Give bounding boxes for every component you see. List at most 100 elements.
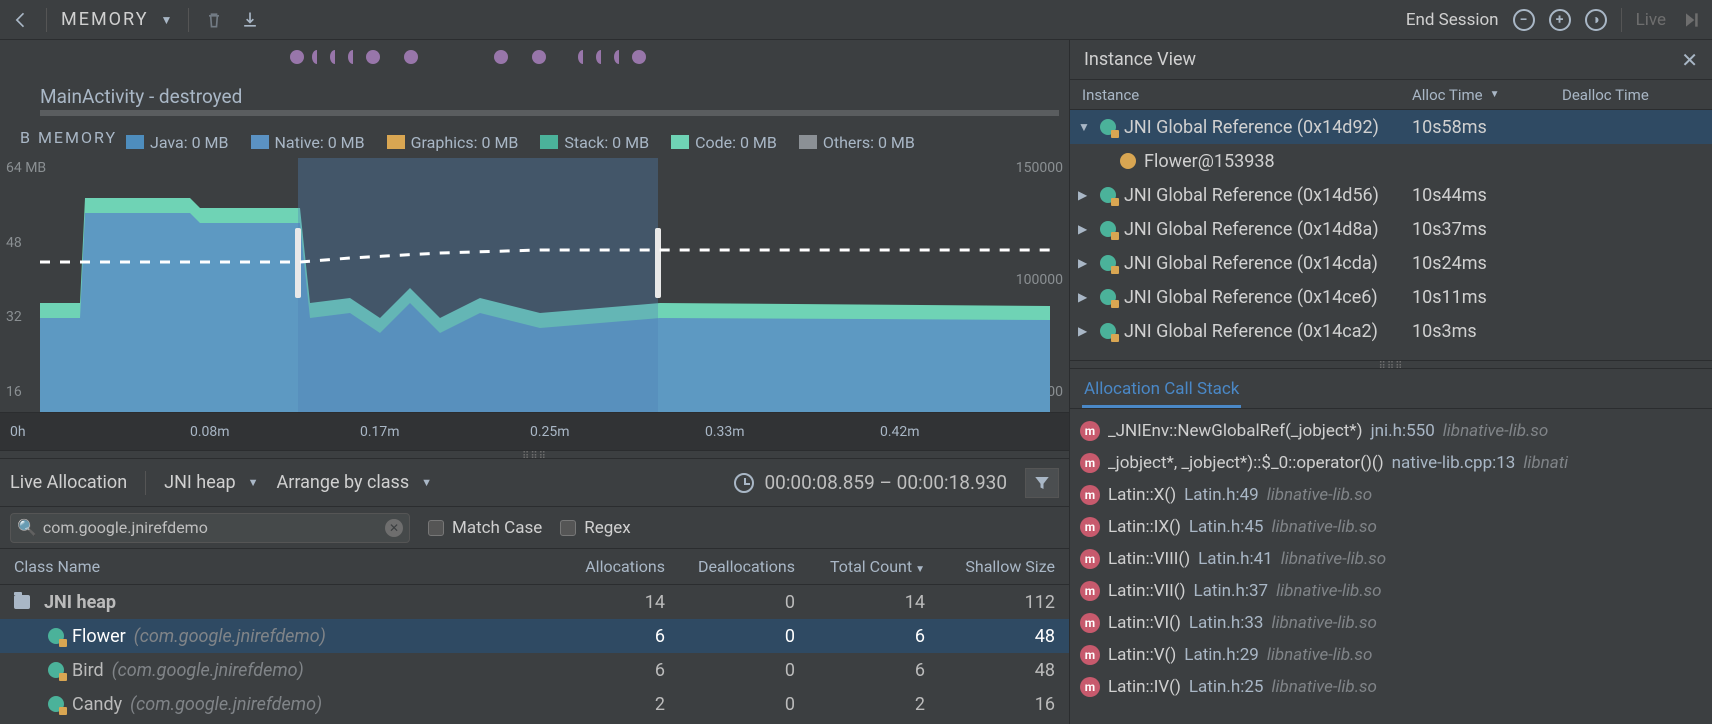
method-badge-icon: m — [1080, 485, 1100, 505]
profiler-tab-label: MEMORY — [61, 9, 149, 30]
header-shallow-size[interactable]: Shallow Size — [939, 557, 1069, 576]
disclosure-closed-icon[interactable]: ▶ — [1078, 324, 1094, 338]
disclosure-closed-icon[interactable]: ▶ — [1078, 222, 1094, 236]
stack-frame[interactable]: m _JNIEnv::NewGlobalRef(_jobject*) jni.h… — [1080, 415, 1702, 447]
back-icon[interactable] — [10, 9, 32, 31]
table-row[interactable]: Bird (com.google.jnirefdemo) 60648 — [0, 653, 1069, 687]
zoom-reset-icon[interactable]: ◑ — [1585, 9, 1607, 31]
disclosure-closed-icon[interactable]: ▶ — [1078, 290, 1094, 304]
trash-icon[interactable] — [203, 9, 225, 31]
toolbar-separator — [46, 8, 47, 32]
class-table-header: Class Name Allocations Deallocations Tot… — [0, 549, 1069, 585]
filter-button[interactable] — [1025, 468, 1059, 498]
export-icon[interactable] — [239, 9, 261, 31]
toolbar-separator — [188, 8, 189, 32]
time-range-display: 00:00:08.859 – 00:00:18.930 — [734, 471, 1007, 494]
disclosure-open-icon[interactable]: ▼ — [1078, 120, 1094, 134]
instance-row[interactable]: ▶ JNI Global Reference (0x14d8a)10s37ms — [1070, 212, 1712, 246]
stack-frame[interactable]: m Latin::VII() Latin.h:37 libnative-lib.… — [1080, 575, 1702, 607]
object-icon — [1100, 187, 1116, 203]
close-icon[interactable]: ✕ — [1681, 48, 1698, 72]
horizontal-grip[interactable]: ⠿⠿⠿ — [1070, 360, 1712, 369]
instance-row[interactable]: ▶ JNI Global Reference (0x14d56)10s44ms — [1070, 178, 1712, 212]
instance-view-title: Instance View — [1084, 49, 1196, 70]
folder-icon — [14, 595, 30, 609]
object-icon — [1100, 119, 1116, 135]
search-input-wrapper: 🔍 ✕ — [10, 513, 410, 543]
method-badge-icon: m — [1080, 421, 1100, 441]
stack-frame[interactable]: m Latin::VI() Latin.h:33 libnative-lib.s… — [1080, 607, 1702, 639]
header-instance[interactable]: Instance — [1070, 86, 1412, 104]
table-row-root[interactable]: JNI heap 14 0 14 112 — [0, 585, 1069, 619]
stack-frame[interactable]: m Latin::IV() Latin.h:25 libnative-lib.s… — [1080, 671, 1702, 703]
memory-chart[interactable]: MainActivity - destroyed B MEMORY Java: … — [0, 40, 1069, 450]
instance-row[interactable]: ▶ JNI Global Reference (0x14cda)10s24ms — [1070, 246, 1712, 280]
header-class-name[interactable]: Class Name — [0, 557, 549, 576]
method-badge-icon: m — [1080, 453, 1100, 473]
main-toolbar: MEMORY ▼ End Session − + ◑ Live — [0, 0, 1712, 40]
toolbar-separator — [1621, 8, 1622, 32]
instance-view-columns: Instance Alloc Time▼ Dealloc Time — [1070, 80, 1712, 110]
object-icon — [1100, 255, 1116, 271]
method-badge-icon: m — [1080, 581, 1100, 601]
memory-legend: Java: 0 MB Native: 0 MB Graphics: 0 MB S… — [0, 128, 1069, 156]
arrange-select[interactable]: Arrange by class▼ — [277, 472, 433, 493]
go-live-icon[interactable] — [1680, 9, 1702, 31]
activity-bar — [40, 110, 1059, 116]
header-dealloc-time[interactable]: Dealloc Time — [1562, 86, 1712, 104]
chart-svg — [40, 158, 1050, 430]
zoom-in-icon[interactable]: + — [1549, 9, 1571, 31]
horizontal-grip[interactable]: ⠿⠿⠿ — [0, 450, 1069, 459]
stack-frame[interactable]: m Latin::V() Latin.h:29 libnative-lib.so — [1080, 639, 1702, 671]
controls-separator — [145, 471, 146, 495]
heap-select[interactable]: JNI heap▼ — [164, 472, 258, 493]
class-icon — [48, 696, 64, 712]
stack-frame[interactable]: m _jobject*, _jobject*)::$_0::operator()… — [1080, 447, 1702, 479]
object-icon — [1100, 289, 1116, 305]
zoom-out-icon[interactable]: − — [1513, 9, 1535, 31]
chevron-down-icon: ▼ — [248, 476, 259, 489]
object-icon — [1120, 153, 1136, 169]
header-total-count[interactable]: Total Count▼ — [809, 557, 939, 576]
activity-label: MainActivity - destroyed — [40, 85, 242, 108]
call-stack-body: m _JNIEnv::NewGlobalRef(_jobject*) jni.h… — [1070, 409, 1712, 724]
stack-frame[interactable]: m Latin::VIII() Latin.h:41 libnative-lib… — [1080, 543, 1702, 575]
table-row[interactable]: Flower (com.google.jnirefdemo) 60648 — [0, 619, 1069, 653]
sort-desc-icon: ▼ — [915, 564, 925, 575]
table-row[interactable]: Candy (com.google.jnirefdemo) 20216 — [0, 687, 1069, 721]
allocation-controls: Live Allocation JNI heap▼ Arrange by cla… — [0, 459, 1069, 507]
tab-allocation-call-stack[interactable]: Allocation Call Stack — [1082, 373, 1241, 408]
header-allocations[interactable]: Allocations — [549, 557, 679, 576]
chevron-down-icon: ▼ — [421, 476, 432, 489]
memory-axis-label: B MEMORY — [20, 128, 117, 147]
disclosure-closed-icon[interactable]: ▶ — [1078, 256, 1094, 270]
method-badge-icon: m — [1080, 549, 1100, 569]
clear-search-icon[interactable]: ✕ — [385, 519, 403, 537]
method-badge-icon: m — [1080, 645, 1100, 665]
profiler-tab-selector[interactable]: MEMORY ▼ — [61, 9, 174, 30]
live-label: Live — [1636, 10, 1666, 30]
instance-child-row[interactable]: Flower@153938 — [1070, 144, 1712, 178]
allocation-mode-select[interactable]: Live Allocation — [10, 472, 127, 493]
stack-frame[interactable]: m Latin::X() Latin.h:49 libnative-lib.so — [1080, 479, 1702, 511]
clock-icon — [734, 473, 754, 493]
search-icon: 🔍 — [17, 518, 37, 537]
class-table: Class Name Allocations Deallocations Tot… — [0, 549, 1069, 724]
search-input[interactable] — [43, 518, 379, 537]
instance-row[interactable]: ▶ JNI Global Reference (0x14ce6)10s11ms — [1070, 280, 1712, 314]
header-deallocations[interactable]: Deallocations — [679, 557, 809, 576]
match-case-checkbox[interactable]: Match Case — [428, 518, 542, 538]
search-bar: 🔍 ✕ Match Case Regex — [0, 507, 1069, 549]
class-icon — [48, 628, 64, 644]
stack-frame[interactable]: m Latin::IX() Latin.h:45 libnative-lib.s… — [1080, 511, 1702, 543]
sort-desc-icon: ▼ — [1490, 89, 1500, 100]
regex-checkbox[interactable]: Regex — [560, 518, 630, 538]
header-alloc-time[interactable]: Alloc Time▼ — [1412, 86, 1562, 104]
instance-row[interactable]: ▼ JNI Global Reference (0x14d92)10s58ms — [1070, 110, 1712, 144]
disclosure-closed-icon[interactable]: ▶ — [1078, 188, 1094, 202]
end-session-button[interactable]: End Session — [1406, 10, 1499, 30]
instance-row[interactable]: ▶ JNI Global Reference (0x14ca2)10s3ms — [1070, 314, 1712, 348]
gc-events — [290, 50, 646, 64]
method-badge-icon: m — [1080, 613, 1100, 633]
object-icon — [1100, 221, 1116, 237]
